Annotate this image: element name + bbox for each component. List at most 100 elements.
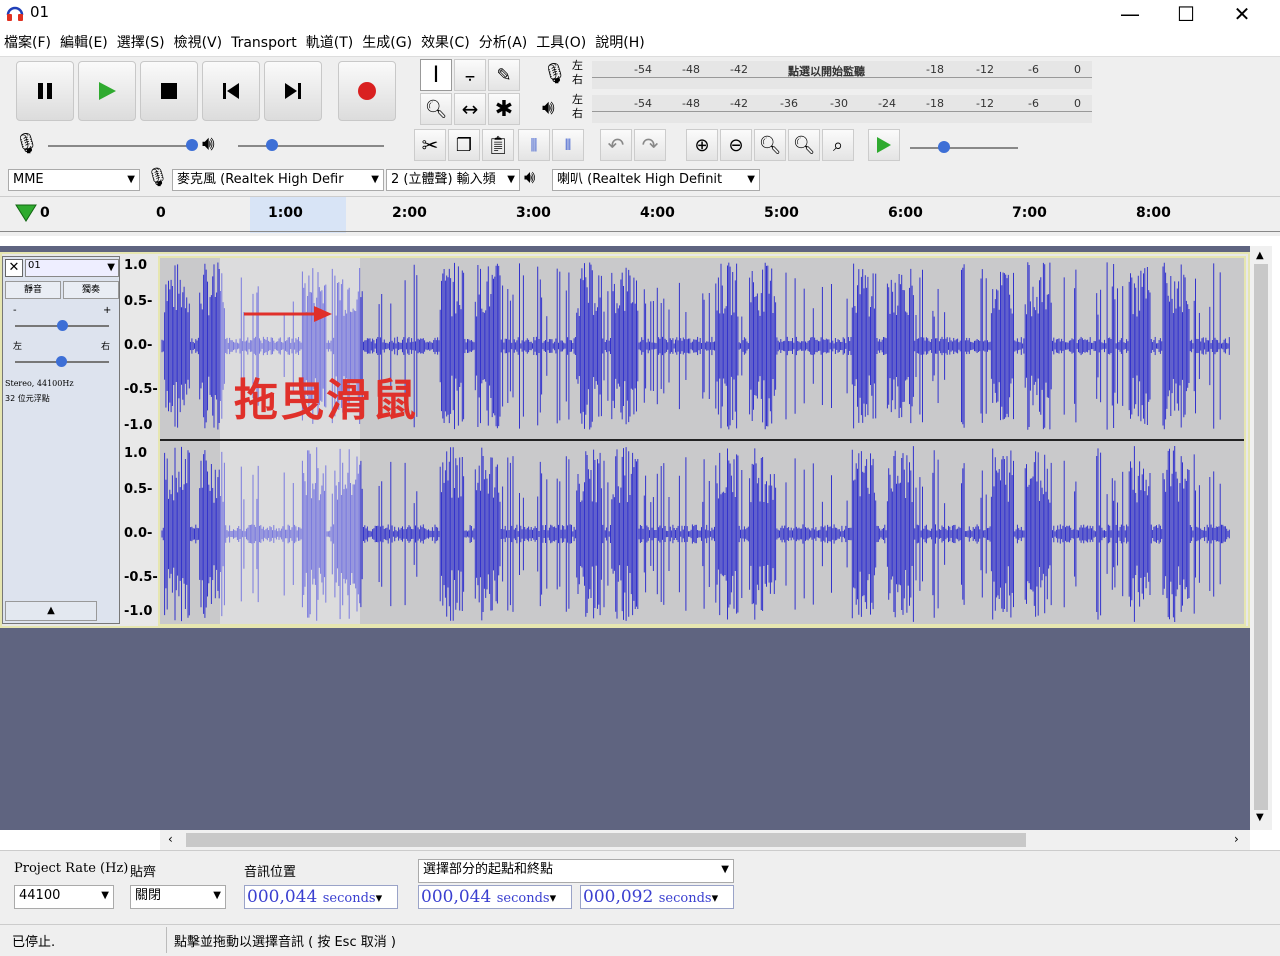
scale-label: -0.5- — [124, 570, 158, 585]
audio-position-field[interactable]: 000,044 seconds▾ — [244, 885, 398, 909]
menu-generate[interactable]: 生成(G) — [362, 30, 421, 56]
record-meter-microphone-icon[interactable]: 🎙︎ — [542, 61, 568, 89]
input-channels-select[interactable]: 2 (立體聲) 輸入頻 ▼ — [386, 169, 520, 191]
chevron-left-icon[interactable]: ‹ — [168, 832, 173, 846]
fit-project-button[interactable]: 🔍︎ — [788, 129, 820, 161]
project-rate-select[interactable]: 44100 ▼ — [14, 885, 114, 909]
horizontal-scrollbar[interactable]: ‹ › — [160, 830, 1250, 850]
track-name: 01 — [28, 260, 41, 271]
pan-thumb[interactable] — [56, 356, 67, 367]
play-speed-thumb[interactable] — [938, 141, 950, 153]
play-speed-slider[interactable] — [910, 147, 1018, 149]
chevron-down-icon: ▼ — [721, 864, 729, 875]
snap-select[interactable]: 關閉 ▼ — [130, 885, 226, 909]
envelope-tool[interactable]: ⨪ — [454, 59, 486, 91]
chevron-up-icon[interactable]: ▲ — [1256, 250, 1264, 261]
menu-edit[interactable]: 編輯(E) — [60, 30, 117, 56]
selection-start-field[interactable]: 000,044 seconds▾ — [418, 885, 572, 909]
audio-host-select[interactable]: MME ▼ — [8, 169, 140, 191]
vertical-scrollbar[interactable]: ▲ ▼ — [1250, 246, 1272, 830]
selection-mode-select[interactable]: 選擇部分的起點和終點 ▼ — [418, 859, 734, 883]
chevron-down-icon[interactable]: ▼ — [1256, 812, 1264, 823]
chevron-right-icon[interactable]: › — [1234, 832, 1239, 846]
selection-tool[interactable]: I — [420, 59, 452, 91]
selection-end-field[interactable]: 000,092 seconds▾ — [580, 885, 734, 909]
playback-volume-icon: 🔊︎ — [202, 131, 215, 155]
menu-file[interactable]: 檔案(F) — [4, 30, 60, 56]
selection-end-unit: seconds — [658, 891, 712, 906]
record-meter[interactable]: -54 -48 -42 點選以開始監聽 -18 -12 -6 0 — [592, 61, 1092, 89]
skip-end-button[interactable] — [264, 61, 322, 121]
output-device-value: 喇叭 (Realtek High Definit — [557, 172, 723, 187]
silence-button[interactable]: ⫴ — [552, 129, 584, 161]
draw-tool[interactable]: ✎ — [488, 59, 520, 91]
menu-analyze[interactable]: 分析(A) — [479, 30, 537, 56]
playback-meter[interactable]: -54 -48 -42 -36 -30 -24 -18 -12 -6 0 — [592, 95, 1092, 123]
track-close-button[interactable]: ✕ — [5, 259, 23, 277]
timeline-label: 0 — [156, 205, 166, 221]
track-format-info: Stereo, 44100Hz — [5, 379, 74, 388]
menu-help[interactable]: 說明(H) — [595, 30, 653, 56]
menu-view[interactable]: 檢視(V) — [174, 30, 232, 56]
playback-volume-thumb[interactable] — [266, 139, 278, 151]
selection-mode-value: 選擇部分的起點和終點 — [423, 862, 554, 877]
status-bar: 已停止. 點擊並拖動以選擇音訊 ( 按 Esc 取消 ) — [0, 924, 1280, 956]
minimize-button[interactable]: — — [1102, 0, 1158, 28]
menu-select[interactable]: 選擇(S) — [117, 30, 174, 56]
track-control-panel[interactable]: ✕ 01 ▼ 靜音 獨奏 - + 左 右 Stereo, 44100Hz 32 位… — [2, 256, 120, 624]
skip-start-button[interactable] — [202, 61, 260, 121]
maximize-button[interactable]: ☐ — [1158, 0, 1214, 28]
zoom-in-button[interactable]: ⊕ — [686, 129, 718, 161]
horizontal-scroll-thumb[interactable] — [186, 833, 1026, 847]
record-button[interactable] — [338, 61, 396, 121]
vertical-scroll-thumb[interactable] — [1254, 264, 1268, 810]
timeline-ruler[interactable]: 0 0 1:00 2:00 3:00 4:00 5:00 6:00 7:00 8… — [0, 196, 1280, 236]
recording-volume-slider[interactable] — [48, 145, 194, 147]
drag-mouse-annotation: 拖曳滑鼠 — [234, 375, 418, 426]
input-device-value: 麥克風 (Realtek High Defir — [177, 172, 344, 187]
time-shift-tool[interactable]: ↔ — [454, 93, 486, 125]
multi-tool[interactable]: ✱ — [488, 93, 520, 125]
gain-plus-label: + — [103, 305, 112, 316]
playback-volume-slider[interactable] — [238, 145, 384, 147]
title-bar: 01 — ☐ ✕ — [0, 0, 1280, 30]
cut-button[interactable]: ✂ — [414, 129, 446, 161]
solo-button[interactable]: 獨奏 — [63, 281, 119, 299]
meter-tick: -12 — [976, 63, 994, 76]
zoom-toggle-button[interactable]: ⌕ — [822, 129, 854, 161]
track-name-menu[interactable]: 01 ▼ — [25, 259, 119, 277]
selection-start-value: 000,044 — [421, 887, 492, 907]
redo-button[interactable]: ↷ — [634, 129, 666, 161]
menu-tracks[interactable]: 軌道(T) — [306, 30, 362, 56]
stop-button[interactable] — [140, 61, 198, 121]
recording-volume-thumb[interactable] — [186, 139, 198, 151]
play-button[interactable] — [78, 61, 136, 121]
play-icon — [99, 82, 116, 100]
menu-effect[interactable]: 效果(C) — [421, 30, 479, 56]
zoom-tool[interactable]: 🔍︎ — [420, 93, 452, 125]
collapse-track-button[interactable]: ▲ — [5, 601, 97, 621]
close-button[interactable]: ✕ — [1214, 0, 1270, 28]
paste-button[interactable]: 📋︎ — [482, 129, 514, 161]
waveform-display[interactable]: 拖曳滑鼠 — [158, 256, 1246, 626]
trim-button[interactable]: ⫼ — [518, 129, 550, 161]
mute-button[interactable]: 靜音 — [5, 281, 61, 299]
meter-tick: -30 — [830, 97, 848, 110]
playback-meter-speaker-icon[interactable]: 🔊︎ — [542, 95, 568, 123]
pencil-icon: ✎ — [496, 64, 512, 86]
chevron-down-icon: ▾ — [711, 891, 719, 906]
output-device-select[interactable]: 喇叭 (Realtek High Definit ▼ — [552, 169, 760, 191]
fit-selection-button[interactable]: 🔍︎ — [754, 129, 786, 161]
trim-icon: ⫼ — [530, 136, 538, 154]
pause-button[interactable] — [16, 61, 74, 121]
undo-button[interactable]: ↶ — [600, 129, 632, 161]
input-device-select[interactable]: 麥克風 (Realtek High Defir ▼ — [172, 169, 384, 191]
pin-playhead-icon[interactable] — [14, 203, 38, 223]
zoom-out-button[interactable]: ⊖ — [720, 129, 752, 161]
gain-thumb[interactable] — [57, 320, 68, 331]
copy-button[interactable]: ❐ — [448, 129, 480, 161]
play-at-speed-button[interactable] — [868, 129, 900, 161]
scale-label: 0.5- — [124, 482, 153, 497]
menu-tools[interactable]: 工具(O) — [536, 30, 595, 56]
menu-transport[interactable]: Transport — [231, 30, 306, 56]
